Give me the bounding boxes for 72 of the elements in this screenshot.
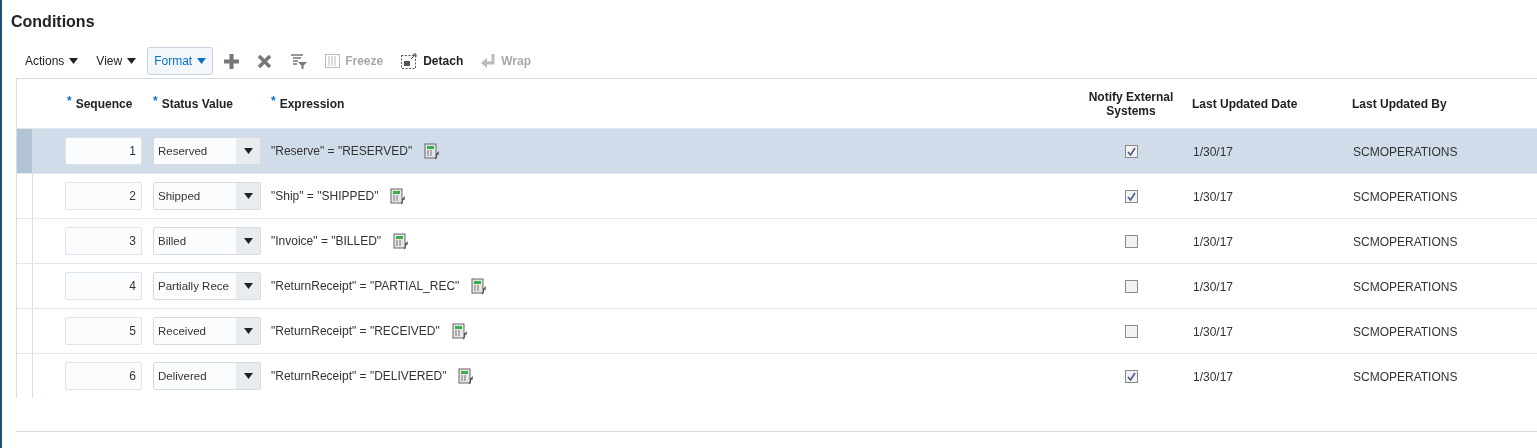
column-header: Last Updated Date bbox=[1192, 96, 1298, 111]
table-row[interactable]: 5 Received "ReturnReceipt" = "RECEIVED" 1/30/17 SCMOPERATIONS bbox=[17, 308, 1537, 353]
table-row[interactable]: 1 Reserved "Reserve" = "RESERVED" 1/30/17 SCMOPERATIONS bbox=[17, 128, 1537, 173]
column-header: Last Updated By bbox=[1352, 96, 1447, 111]
column-header: Sequence bbox=[75, 96, 133, 111]
table-row[interactable]: 2 Shipped "Ship" = "SHIPPED" 1/30/17 SCMOPERATIONS bbox=[17, 173, 1537, 218]
caret-icon bbox=[243, 283, 253, 289]
user-text: SCMOPERATIONS bbox=[1353, 145, 1458, 159]
date-text: 1/30/17 bbox=[1193, 280, 1234, 294]
caret-icon bbox=[243, 193, 253, 199]
date-text: 1/30/17 bbox=[1193, 235, 1234, 249]
plus-icon bbox=[224, 53, 240, 69]
expression-text: "Ship" = "SHIPPED" bbox=[271, 189, 379, 203]
user-text: SCMOPERATIONS bbox=[1353, 190, 1458, 204]
status-dropdown[interactable]: Delivered bbox=[153, 362, 261, 390]
table-row[interactable]: 3 Billed "Invoice" = "BILLED" 1/30/17 SCMOPERATIONS bbox=[17, 218, 1537, 263]
menu-button[interactable]: View bbox=[89, 47, 144, 75]
caret-icon bbox=[197, 58, 207, 64]
menu-button[interactable]: Actions bbox=[18, 47, 86, 75]
status-dropdown[interactable]: Reserved bbox=[153, 137, 261, 165]
return-arrow-icon bbox=[481, 54, 497, 68]
user-text: SCMOPERATIONS bbox=[1353, 280, 1458, 294]
required-mark: * bbox=[153, 93, 158, 108]
notify-checkbox[interactable] bbox=[1124, 369, 1138, 383]
date-text: 1/30/17 bbox=[1193, 145, 1234, 159]
table-row[interactable]: 6 Delivered "ReturnReceipt" = "DELIVERED" 1/30/17 SCMOPERATIONS bbox=[17, 353, 1537, 398]
notify-checkbox[interactable] bbox=[1124, 234, 1138, 248]
required-mark: * bbox=[67, 93, 72, 108]
sequence-field[interactable]: 4 bbox=[65, 272, 142, 300]
notify-checkbox[interactable] bbox=[1124, 144, 1138, 158]
notify-checkbox[interactable] bbox=[1124, 324, 1138, 338]
sequence-field[interactable]: 1 bbox=[65, 137, 142, 165]
caret-icon bbox=[69, 58, 79, 64]
column-header: Notify External Systems bbox=[1087, 89, 1175, 118]
expression-text: "ReturnReceipt" = "RECEIVED" bbox=[271, 324, 440, 338]
user-text: SCMOPERATIONS bbox=[1353, 235, 1458, 249]
detach-icon bbox=[401, 53, 419, 69]
date-text: 1/30/17 bbox=[1193, 325, 1234, 339]
expression-text: "Invoice" = "BILLED" bbox=[271, 234, 382, 248]
notify-checkbox[interactable] bbox=[1124, 279, 1138, 293]
calculator-icon[interactable] bbox=[451, 322, 470, 340]
user-text: SCMOPERATIONS bbox=[1353, 325, 1458, 339]
notify-checkbox[interactable] bbox=[1124, 189, 1138, 203]
required-mark: * bbox=[271, 93, 276, 108]
section-title: Conditions bbox=[11, 13, 96, 32]
column-header: Status Value bbox=[161, 96, 234, 111]
caret-icon bbox=[243, 373, 253, 379]
sequence-field[interactable]: 2 bbox=[65, 182, 142, 210]
filter-icon bbox=[290, 53, 308, 69]
sequence-field[interactable]: 6 bbox=[65, 362, 142, 390]
close-icon bbox=[257, 53, 273, 69]
column-header: Expression bbox=[279, 96, 345, 111]
caret-icon bbox=[243, 238, 253, 244]
expression-text: "Reserve" = "RESERVED" bbox=[271, 144, 413, 158]
table-row[interactable]: 4 Partially Rece "ReturnReceipt" = "PARTIAL_REC" 1/30/17 SCMOPERATIONS bbox=[17, 263, 1537, 308]
sequence-field[interactable]: 3 bbox=[65, 227, 142, 255]
caret-icon bbox=[127, 58, 137, 64]
columns-icon bbox=[325, 54, 341, 68]
date-text: 1/30/17 bbox=[1193, 370, 1234, 384]
status-dropdown[interactable]: Shipped bbox=[153, 182, 261, 210]
caret-icon bbox=[243, 148, 253, 154]
expression-text: "ReturnReceipt" = "DELIVERED" bbox=[271, 369, 447, 383]
expression-text: "ReturnReceipt" = "PARTIAL_REC" bbox=[271, 279, 460, 293]
caret-icon bbox=[243, 328, 253, 334]
menu-button[interactable]: Format bbox=[147, 47, 214, 75]
status-dropdown[interactable]: Billed bbox=[153, 227, 261, 255]
user-text: SCMOPERATIONS bbox=[1353, 370, 1458, 384]
detach-button[interactable]: Detach bbox=[394, 47, 471, 75]
date-text: 1/30/17 bbox=[1193, 190, 1234, 204]
status-dropdown[interactable]: Received bbox=[153, 317, 261, 345]
status-dropdown[interactable]: Partially Rece bbox=[153, 272, 261, 300]
sequence-field[interactable]: 5 bbox=[65, 317, 142, 345]
